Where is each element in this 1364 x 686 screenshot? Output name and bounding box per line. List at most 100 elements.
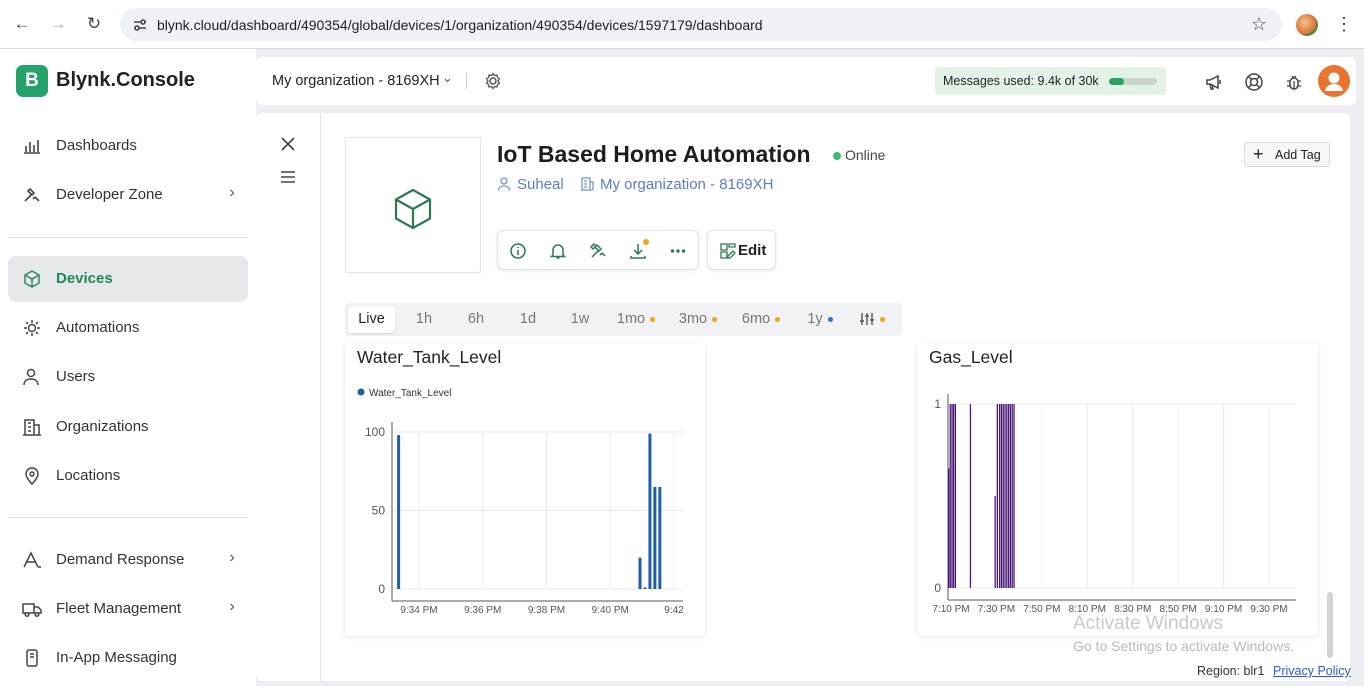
time-range-6h[interactable]: 6h <box>453 306 499 333</box>
water-tank-level-chart: Water_Tank_Level 0 50 100 9:34 PM 9:36 PM 9:38… <box>357 388 684 616</box>
data-bar <box>638 557 642 589</box>
app-title: Blynk.Console <box>56 69 195 91</box>
organizations-icon <box>23 419 41 436</box>
address-bar[interactable]: blynk.cloud/dashboard/490354/global/devi… <box>120 8 1282 41</box>
data-bar <box>954 404 957 588</box>
time-range-1d[interactable]: 1d <box>505 306 551 333</box>
chevron-down-icon[interactable]: ⌄ <box>442 70 456 88</box>
legend-label: Water_Tank_Level <box>369 388 451 399</box>
devices-icon <box>24 270 40 288</box>
locations-icon <box>25 467 39 485</box>
sidebar-item-label: Dashboards <box>56 137 137 154</box>
sidebar-item-label: Demand Response <box>56 551 185 568</box>
data-bar <box>948 468 950 588</box>
x-tick-label: 7:10 PM <box>932 604 969 615</box>
announcements-megaphone-icon[interactable] <box>1204 72 1224 92</box>
edit-dashboard-button[interactable]: Edit <box>707 230 776 270</box>
in-app-messaging-icon <box>26 649 38 667</box>
notifications-bell-icon[interactable] <box>548 241 568 261</box>
back-arrow-icon[interactable]: ← <box>10 12 34 36</box>
user-avatar[interactable] <box>1318 65 1350 97</box>
online-status-dot <box>833 152 841 160</box>
sidebar-item-organizations[interactable]: Organizations <box>8 404 248 450</box>
chevron-right-icon: › <box>229 184 235 201</box>
url-text: blynk.cloud/dashboard/490354/global/devi… <box>157 17 763 33</box>
add-tag-label: Add Tag <box>1275 148 1321 162</box>
time-range-live[interactable]: Live <box>348 306 395 333</box>
data-bar <box>397 435 401 589</box>
sidebar-item-users[interactable]: Users <box>8 354 248 400</box>
info-icon[interactable] <box>508 241 528 261</box>
data-bar <box>648 433 652 589</box>
device-image[interactable] <box>345 137 481 273</box>
reload-icon[interactable]: ↻ <box>82 12 106 36</box>
sidebar-item-label: Organizations <box>56 418 149 435</box>
data-bar <box>969 404 972 588</box>
messages-usage-bar <box>1109 78 1157 85</box>
messages-usage-text: Messages used: 9.4k of 30k <box>943 74 1099 88</box>
edit-dashboard-icon <box>720 243 736 259</box>
privacy-policy-link[interactable]: Privacy Policy <box>1273 664 1351 678</box>
device-cube-icon <box>394 188 432 230</box>
forward-arrow-icon[interactable]: → <box>46 12 70 36</box>
browser-toolbar: ← → ↻ blynk.cloud/dashboard/490354/globa… <box>0 0 1364 49</box>
time-range-1mo[interactable]: 1mo <box>611 306 661 333</box>
x-tick-label: 9:40 PM <box>592 605 629 616</box>
sidebar-item-automations[interactable]: Automations <box>8 305 248 351</box>
organization-switcher[interactable]: My organization - 8169XH <box>272 73 440 89</box>
hamburger-menu-icon[interactable] <box>279 169 297 185</box>
sidebar-item-locations[interactable]: Locations <box>8 453 248 499</box>
add-tag-button[interactable]: + Add Tag <box>1244 142 1330 167</box>
data-bar <box>994 496 996 588</box>
time-range-selector: Live 1h 6h 1d 1w 1mo 3mo 6mo 1y <box>345 303 902 336</box>
avatar-person-icon <box>1325 72 1343 91</box>
sidebar-item-demand-response[interactable]: Demand Response › <box>8 537 248 583</box>
device-organization-link[interactable]: My organization - 8169XH <box>600 176 773 193</box>
sidebar-item-in-app-messaging[interactable]: In-App Messaging <box>8 635 248 681</box>
close-icon[interactable] <box>279 135 297 153</box>
premium-dot <box>650 316 656 322</box>
gas-level-chart: 017:10 PM 7:30 PM 7:50 PM 8:10 PM 8:30 PM 8:5… <box>932 394 1296 615</box>
site-settings-icon[interactable] <box>132 17 148 33</box>
premium-dot <box>775 316 781 322</box>
y-tick-label: 1 <box>934 397 941 411</box>
gas-level-widget[interactable]: Gas_Level 0 1 7:10 PM 7:30 PM 7:50 PM 8:10 PM… <box>917 342 1318 636</box>
data-bar <box>643 587 647 589</box>
report-bug-icon[interactable] <box>1284 72 1304 92</box>
x-tick-label: 7:50 PM <box>1023 604 1060 615</box>
sidebar-item-dashboards[interactable]: Dashboards <box>8 123 248 169</box>
time-range-3mo[interactable]: 3mo <box>673 306 723 333</box>
x-tick-label: 7:30 PM <box>978 604 1015 615</box>
extension-icon[interactable] <box>1296 14 1318 36</box>
messages-usage-fill <box>1109 78 1124 85</box>
organization-settings-icon[interactable] <box>484 72 502 90</box>
sidebar-item-developer-zone[interactable]: Developer Zone › <box>8 172 248 218</box>
time-range-6mo[interactable]: 6mo <box>736 306 786 333</box>
device-owner-link[interactable]: Suheal <box>517 176 564 193</box>
water-tank-level-widget[interactable]: Water_Tank_Level Water_Tank_Level 0 50 100 9… <box>345 342 705 636</box>
sidebar-item-label: In-App Messaging <box>56 649 177 666</box>
more-options-icon[interactable] <box>668 241 688 261</box>
sidebar-item-fleet-management[interactable]: Fleet Management › <box>8 586 248 632</box>
sidebar-item-devices[interactable]: Devices <box>8 256 248 302</box>
data-bar <box>998 404 1001 588</box>
data-bar <box>1009 404 1012 588</box>
activate-windows-watermark: Activate Windows <box>1073 613 1223 634</box>
demand-response-icon <box>23 551 41 568</box>
developer-tools-icon[interactable] <box>588 241 608 261</box>
custom-range-button[interactable] <box>847 306 897 333</box>
data-bar <box>653 486 657 589</box>
activate-windows-hint: Go to Settings to activate Windows. <box>1073 638 1294 654</box>
time-range-1h[interactable]: 1h <box>401 306 447 333</box>
data-bar <box>952 404 955 588</box>
time-range-1y[interactable]: 1y <box>799 306 841 333</box>
premium-dot <box>712 316 718 322</box>
x-tick-label: 9:36 PM <box>464 605 501 616</box>
bookmark-star-icon[interactable]: ☆ <box>1248 13 1270 35</box>
help-lifebuoy-icon[interactable] <box>1244 72 1264 92</box>
time-range-1w[interactable]: 1w <box>557 306 603 333</box>
vertical-scrollbar[interactable] <box>1327 592 1333 658</box>
edit-label: Edit <box>738 242 767 259</box>
browser-menu-icon[interactable]: ⋮ <box>1334 12 1354 36</box>
data-bar <box>658 486 662 589</box>
